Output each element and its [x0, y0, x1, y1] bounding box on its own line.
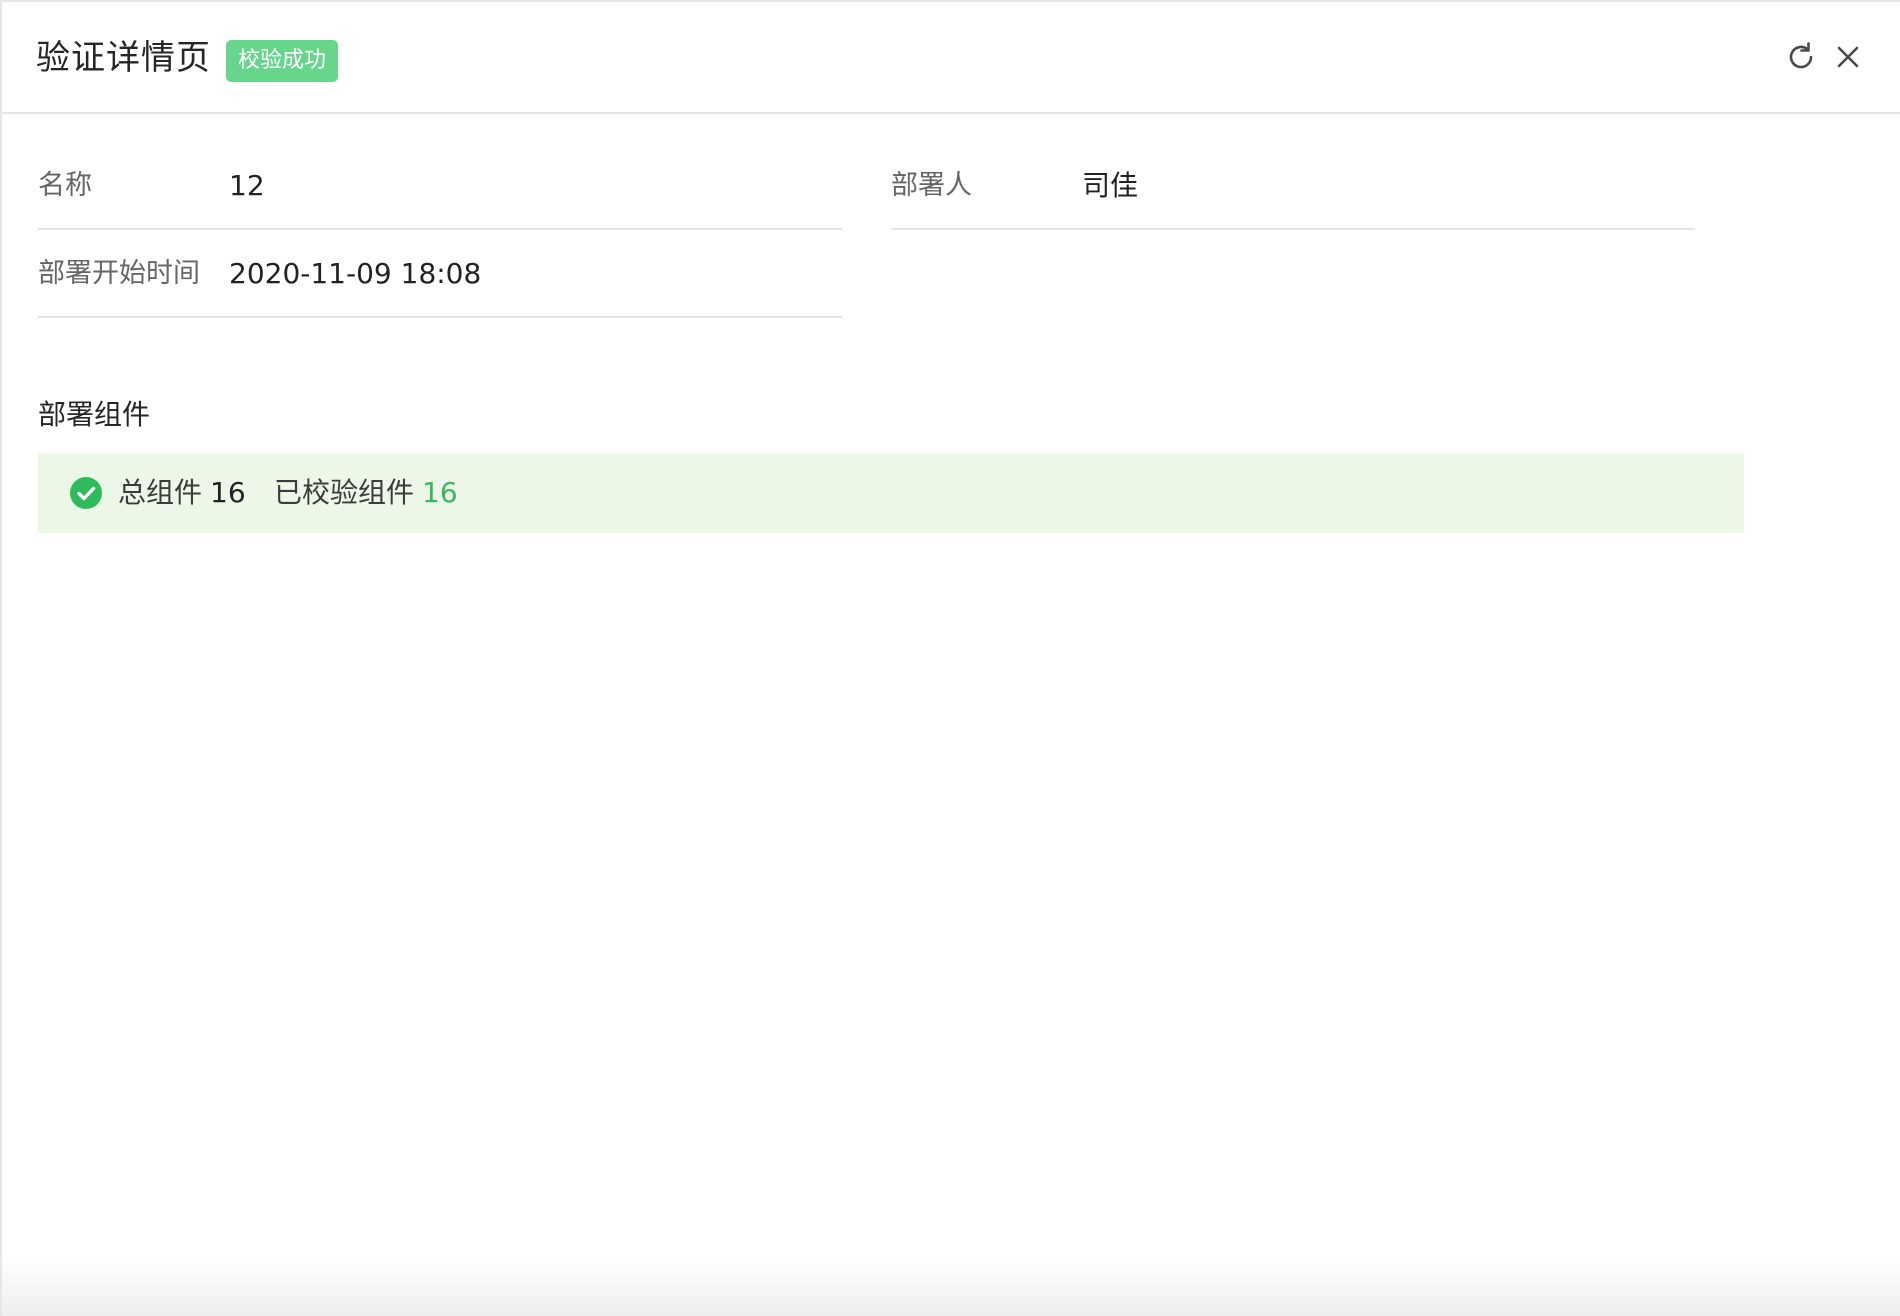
field-deployer-label: 部署人 — [891, 170, 972, 201]
field-deployer: 部署人 司佳 — [891, 142, 1695, 230]
components-summary: 总组件 16 已校验组件 16 — [38, 453, 1744, 533]
verified-components-label: 已校验组件 — [274, 476, 415, 509]
verification-detail-panel: 验证详情页 校验成功 名称 12 部署人 司佳 部署开始时间 2020-11-0… — [0, 0, 1900, 1316]
bottom-shadow — [2, 1256, 1900, 1316]
refresh-icon[interactable] — [1784, 40, 1818, 74]
close-icon[interactable] — [1831, 40, 1865, 74]
field-name: 名称 12 — [38, 142, 842, 230]
field-start-time: 部署开始时间 2020-11-09 18:08 — [38, 230, 842, 318]
check-circle-icon — [70, 477, 102, 509]
components-section-title: 部署组件 — [38, 398, 151, 431]
status-badge: 校验成功 — [226, 40, 339, 82]
field-start-time-label: 部署开始时间 — [38, 258, 200, 289]
total-components-label: 总组件 — [118, 476, 203, 509]
total-components-count: 16 — [210, 476, 246, 509]
field-name-label: 名称 — [38, 170, 92, 201]
field-start-time-value: 2020-11-09 18:08 — [229, 257, 482, 290]
panel-header: 验证详情页 校验成功 — [2, 2, 1900, 114]
verified-components-count: 16 — [422, 476, 458, 509]
field-name-value: 12 — [229, 169, 265, 202]
field-deployer-value: 司佳 — [1082, 169, 1139, 202]
page-title: 验证详情页 — [36, 38, 211, 78]
